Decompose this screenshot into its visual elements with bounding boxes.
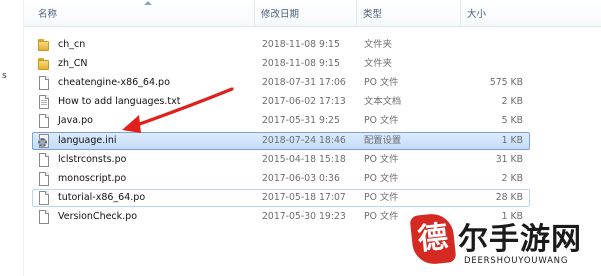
watermark-subtext: DEERSHOUYOUWANG — [464, 256, 569, 266]
file-row[interactable]: monoscript.po 2017-06-03 0:36 PO 文件 2 KB — [32, 170, 530, 188]
file-date-modified: 2015-04-18 15:18 — [262, 153, 346, 165]
file-type: PO 文件 — [364, 172, 399, 184]
file-type: 配置设置 — [364, 134, 402, 146]
file-date-modified: 2017-05-31 9:25 — [262, 115, 340, 127]
column-header-date[interactable]: 修改日期 — [254, 0, 356, 27]
file-row[interactable]: lclstrconsts.po 2015-04-18 15:18 PO 文件 31 K… — [32, 151, 530, 169]
file-name: language.ini — [58, 134, 117, 146]
file-row[interactable]: cheatengine-x86_64.po 2018-07-31 17:06 PO … — [32, 74, 530, 92]
file-name: monoscript.po — [58, 172, 127, 184]
file-row[interactable]: ch_cn 2018-11-08 9:15 文件夹 — [32, 36, 530, 54]
po-file-icon — [37, 171, 51, 186]
file-size: 28 KB — [495, 191, 523, 203]
file-name: zh_CN — [58, 58, 88, 70]
site-watermark: 德 尔手游网 DEERSHOUYOUWANG — [404, 208, 594, 274]
po-file-icon — [37, 190, 51, 205]
folder-icon — [37, 38, 51, 52]
watermark-seal-logo: 德 — [409, 211, 457, 267]
po-file-icon — [37, 76, 51, 91]
file-date-modified: 2017-06-02 17:13 — [262, 96, 346, 108]
file-type: PO 文件 — [364, 153, 399, 165]
config-file-icon — [37, 133, 51, 148]
file-date-modified: 2017-05-18 17:07 — [262, 191, 346, 203]
file-date-modified: 2018-07-24 18:46 — [262, 134, 346, 146]
watermark-text: 尔手游网 — [458, 222, 582, 257]
po-file-icon — [37, 152, 51, 167]
file-size: 575 KB — [489, 77, 523, 89]
column-header-type[interactable]: 类型 — [356, 0, 460, 27]
file-row[interactable]: language.ini 2018-07-24 18:46 配置设置 1 KB — [32, 131, 530, 150]
file-row[interactable]: Java.po 2017-05-31 9:25 PO 文件 5 KB — [32, 112, 530, 130]
po-file-icon — [37, 209, 51, 224]
file-name: Java.po — [58, 115, 93, 127]
text-file-icon — [37, 95, 51, 110]
file-name: ch_cn — [58, 39, 86, 50]
file-row[interactable]: tutorial-x86_64.po 2017-05-18 17:07 PO 文件 2… — [32, 188, 530, 207]
folder-icon — [37, 57, 51, 71]
file-size: 5 KB — [501, 115, 523, 127]
file-date-modified: 2017-06-03 0:36 — [262, 172, 340, 184]
file-date-modified: 2018-11-08 9:15 — [262, 58, 340, 70]
file-date-modified: 2017-05-30 19:23 — [262, 210, 346, 222]
file-size: 1 KB — [501, 134, 523, 146]
file-row[interactable]: zh_CN 2018-11-08 9:15 文件夹 — [32, 55, 530, 73]
file-size: 2 KB — [501, 96, 523, 108]
file-name: tutorial-x86_64.po — [58, 191, 146, 203]
file-name: cheatengine-x86_64.po — [58, 77, 170, 89]
file-date-modified: 2018-07-31 17:06 — [262, 77, 346, 89]
file-name: How to add languages.txt — [58, 96, 181, 108]
column-header-bar: 名称 修改日期 类型 大小 — [24, 0, 601, 27]
nav-pane-text-fragment: s — [2, 71, 7, 81]
file-name: lclstrconsts.po — [58, 153, 127, 165]
file-type: 文件夹 — [364, 58, 392, 70]
file-name: VersionCheck.po — [58, 210, 138, 222]
column-header-name[interactable]: 名称 — [32, 0, 252, 27]
column-header-size[interactable]: 大小 — [460, 0, 601, 27]
po-file-icon — [37, 114, 51, 129]
file-type: PO 文件 — [364, 77, 399, 89]
file-type: PO 文件 — [364, 210, 399, 222]
file-date-modified: 2018-11-08 9:15 — [262, 39, 340, 50]
file-type: 文本文档 — [364, 96, 402, 108]
file-row[interactable]: How to add languages.txt 2017-06-02 17:13… — [32, 93, 530, 111]
file-size: 31 KB — [495, 153, 523, 165]
file-size: 2 KB — [501, 172, 523, 184]
file-type: 文件夹 — [364, 39, 392, 50]
file-type: PO 文件 — [364, 115, 399, 127]
navigation-pane-edge: s — [0, 0, 24, 276]
file-type: PO 文件 — [364, 191, 399, 203]
